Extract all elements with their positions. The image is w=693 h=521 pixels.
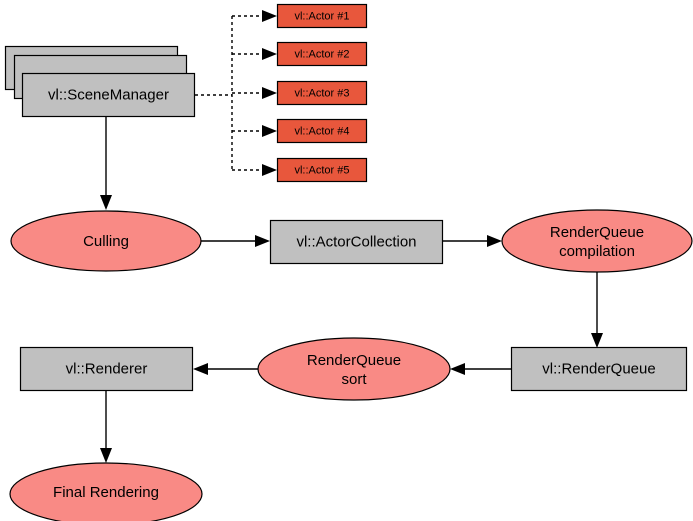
render-queue-arrow-icon <box>591 333 603 348</box>
node-renderer[interactable]: vl::Renderer <box>19 346 194 392</box>
actor-arrow-1-icon <box>262 10 277 22</box>
scene-manager-label: vl::SceneManager <box>48 86 169 103</box>
culling-label: Culling <box>83 233 129 250</box>
node-render-queue-compilation[interactable]: RenderQueue compilation <box>501 209 693 273</box>
node-actor-1[interactable]: vl::Actor #1 <box>276 3 368 29</box>
edge-actor-collection-to-compilation <box>443 235 502 247</box>
actor-4-label: vl::Actor #4 <box>294 125 349 137</box>
culling-arrow-icon <box>100 195 112 210</box>
node-final-rendering[interactable]: Final Rendering <box>9 462 203 521</box>
render-queue-compilation-label-line2: compilation <box>559 243 635 260</box>
actor-5-label: vl::Actor #5 <box>294 164 349 176</box>
final-rendering-label: Final Rendering <box>53 484 159 501</box>
edge-renderer-to-final-rendering <box>100 391 112 463</box>
node-render-queue-sort[interactable]: RenderQueue sort <box>257 337 451 401</box>
render-queue-sort-label-line1: RenderQueue <box>307 352 401 369</box>
node-actor-4[interactable]: vl::Actor #4 <box>276 118 368 144</box>
edge-render-queue-to-sort <box>450 363 511 375</box>
render-queue-sort-ellipse[interactable] <box>257 337 451 401</box>
node-actor-5[interactable]: vl::Actor #5 <box>276 157 368 183</box>
actor-2-label: vl::Actor #2 <box>294 48 349 60</box>
edge-compilation-to-render-queue <box>591 272 603 348</box>
node-scene-manager[interactable]: vl::SceneManager <box>21 72 196 118</box>
renderer-label: vl::Renderer <box>66 360 148 377</box>
actor-1-label: vl::Actor #1 <box>294 10 349 22</box>
node-actor-2[interactable]: vl::Actor #2 <box>276 41 368 67</box>
render-queue-sort-label-line2: sort <box>341 371 367 388</box>
actor-arrow-3-icon <box>262 87 277 99</box>
actor-arrow-5-icon <box>262 164 277 176</box>
actor-arrow-4-icon <box>262 125 277 137</box>
diagram-canvas: vl::SceneManager vl::Actor #1 vl::Actor … <box>4 3 693 521</box>
actor-collection-label: vl::ActorCollection <box>296 233 416 250</box>
sort-arrow-icon <box>450 363 465 375</box>
render-queue-compilation-ellipse[interactable] <box>501 209 693 273</box>
compilation-arrow-icon <box>487 235 502 247</box>
edge-scene-manager-to-actors <box>195 10 277 176</box>
node-render-queue[interactable]: vl::RenderQueue <box>510 346 688 392</box>
actor-collection-arrow-icon <box>255 235 270 247</box>
node-actor-collection[interactable]: vl::ActorCollection <box>269 219 444 265</box>
edge-sort-to-renderer <box>193 363 258 375</box>
edge-culling-to-actor-collection <box>201 235 270 247</box>
actor-arrow-2-icon <box>262 48 277 60</box>
renderer-arrow-icon <box>193 363 208 375</box>
render-queue-label: vl::RenderQueue <box>542 360 655 377</box>
final-rendering-arrow-icon <box>100 448 112 463</box>
pipeline-diagram: vl::SceneManager vl::Actor #1 vl::Actor … <box>0 0 693 521</box>
render-queue-compilation-label-line1: RenderQueue <box>550 224 644 241</box>
actor-3-label: vl::Actor #3 <box>294 87 349 99</box>
edge-scene-manager-to-culling <box>100 117 112 210</box>
node-actor-3[interactable]: vl::Actor #3 <box>276 80 368 106</box>
node-culling[interactable]: Culling <box>10 210 202 272</box>
